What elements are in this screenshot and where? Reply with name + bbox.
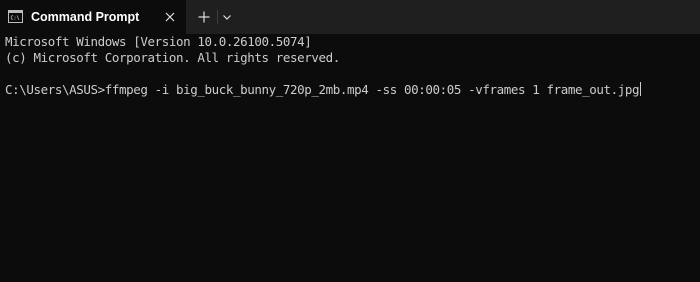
tab-title: Command Prompt xyxy=(31,10,140,24)
tab-command-prompt[interactable]: C:\ Command Prompt xyxy=(0,0,186,34)
terminal-icon: C:\ xyxy=(8,10,23,23)
terminal-output[interactable]: Microsoft Windows [Version 10.0.26100.50… xyxy=(0,34,700,282)
terminal-line: (c) Microsoft Corporation. All rights re… xyxy=(5,50,340,65)
title-bar: C:\ Command Prompt xyxy=(0,0,700,34)
chevron-down-icon[interactable] xyxy=(219,9,235,25)
close-icon[interactable] xyxy=(163,10,177,24)
terminal-line: Microsoft Windows [Version 10.0.26100.50… xyxy=(5,34,312,49)
scrollbar[interactable] xyxy=(692,34,700,282)
command-prompt-line[interactable]: C:\Users\ASUS>ffmpeg -i big_buck_bunny_7… xyxy=(5,82,642,98)
command-text: C:\Users\ASUS>ffmpeg -i big_buck_bunny_7… xyxy=(5,82,640,97)
text-cursor xyxy=(640,82,642,96)
toolbar-divider xyxy=(217,10,218,24)
svg-text:C:\: C:\ xyxy=(11,16,20,22)
terminal-window: C:\ Command Prompt Microsoft Windows [Ve… xyxy=(0,0,700,282)
plus-icon[interactable] xyxy=(194,7,214,27)
